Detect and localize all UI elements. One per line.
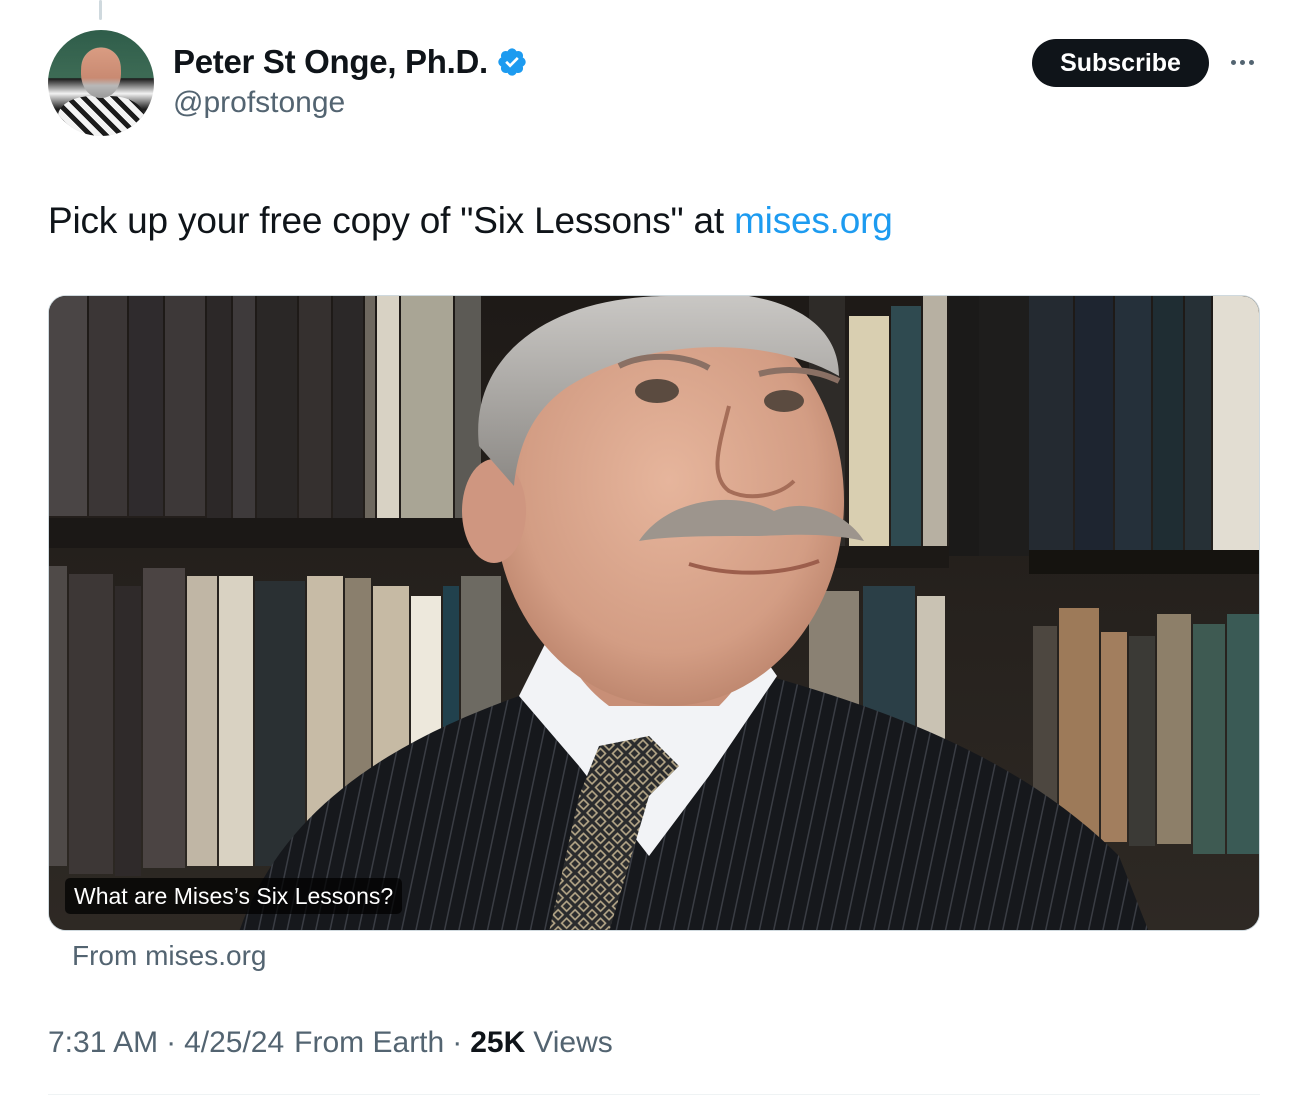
thread-connector-line (99, 0, 102, 20)
tweet-location: From Earth (294, 1026, 445, 1059)
avatar-face (81, 48, 121, 98)
tweet-text: Pick up your free copy of "Six Lessons" … (48, 196, 893, 246)
verified-badge-icon (498, 48, 526, 76)
avatar[interactable] (48, 30, 154, 136)
more-dot (1239, 59, 1245, 65)
tweet-date[interactable]: 4/25/24 (184, 1026, 284, 1060)
media-card[interactable]: What are Mises’s Six Lessons? (48, 295, 1260, 931)
avatar-shirt (58, 96, 144, 136)
subscribe-button[interactable]: Subscribe (1032, 39, 1209, 87)
author-name-row[interactable]: Peter St Onge, Ph.D. (173, 42, 528, 82)
tweet-time[interactable]: 7:31 AM (48, 1026, 158, 1060)
author-handle[interactable]: @profstonge (173, 86, 345, 120)
tweet-link[interactable]: mises.org (734, 200, 893, 241)
tweet-metadata: 7:31 AM · 4/25/24 From Earth · 25K Views (48, 1026, 613, 1060)
more-dot (1230, 59, 1236, 65)
tweet[interactable]: Peter St Onge, Ph.D. @profstonge Subscri… (0, 0, 1312, 1100)
meta-separator: · (166, 1026, 177, 1059)
meta-separator: · (452, 1026, 463, 1059)
card-source-link[interactable]: From mises.org (72, 940, 266, 972)
more-dot (1248, 59, 1254, 65)
card-image (49, 296, 1259, 930)
divider (48, 1094, 1260, 1095)
author-display-name[interactable]: Peter St Onge, Ph.D. (173, 43, 488, 81)
tweet-text-body: Pick up your free copy of "Six Lessons" … (48, 200, 735, 241)
card-caption: What are Mises’s Six Lessons? (65, 878, 403, 914)
more-options-icon[interactable] (1224, 44, 1260, 80)
views-label: Views (533, 1026, 613, 1059)
views-count[interactable]: 25K (470, 1026, 525, 1060)
